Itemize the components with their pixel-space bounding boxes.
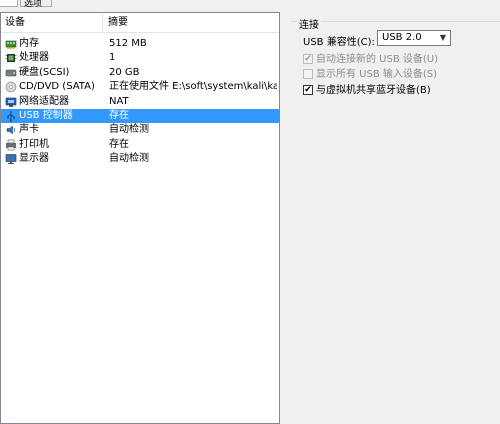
device-summary: 1 <box>109 52 116 64</box>
chevron-down-icon: ▼ <box>439 33 446 42</box>
device-name: 显示器 <box>19 153 49 165</box>
device-row[interactable]: USB 控制器 存在 <box>1 108 279 124</box>
usb-icon <box>5 110 17 122</box>
hard-disk-icon <box>5 67 17 79</box>
auto-connect-label: 自动连接新的 USB 设备(U) <box>316 54 439 65</box>
device-summary: 正在使用文件 E:\soft\system\kali\ka... <box>109 81 277 93</box>
device-row[interactable]: 网络适配器 NAT <box>1 95 279 109</box>
device-row[interactable]: 显示器 自动检测 <box>1 152 279 166</box>
device-name: 处理器 <box>19 52 49 64</box>
device-row[interactable]: 硬盘(SCSI) 20 GB <box>1 66 279 80</box>
device-name: 打印机 <box>19 138 49 150</box>
device-name: CD/DVD (SATA) <box>19 81 95 93</box>
tab-hardware[interactable]: 硬件 <box>0 0 18 7</box>
column-header-device[interactable]: 设备 <box>1 13 103 33</box>
device-rows: 内存 512 MB 处理器 1 硬盘(SCSI) 20 GB CD/DVD (SATA) 正在… <box>1 37 279 167</box>
tab-options[interactable]: 选项 <box>20 0 52 9</box>
device-name: 硬盘(SCSI) <box>19 66 70 78</box>
device-list[interactable]: 设备 摘要 内存 512 MB 处理器 1 硬盘(SCSI) 20 GB CD/DVD (S… <box>0 12 280 424</box>
connection-group: 连接 USB 兼容性(C): USB 2.0 ▼ ✔ 自动连接新的 USB 设备… <box>291 16 500 101</box>
device-name: USB 控制器 <box>19 109 73 121</box>
share-bluetooth-checkbox-box[interactable]: ✔ <box>303 85 313 95</box>
network-adapter-icon <box>5 96 17 108</box>
device-summary: 20 GB <box>109 66 140 78</box>
processor-icon <box>5 52 17 64</box>
group-divider <box>291 21 500 22</box>
tab-strip: 硬件 选项 <box>0 0 500 9</box>
device-summary: 存在 <box>109 109 129 121</box>
show-all-usb-label: 显示所有 USB 输入设备(S) <box>316 69 438 80</box>
device-row[interactable]: 内存 512 MB <box>1 37 279 51</box>
device-row[interactable]: CD/DVD (SATA) 正在使用文件 E:\soft\system\kali\… <box>1 80 279 94</box>
usb-compat-select[interactable]: USB 2.0 ▼ <box>377 30 451 46</box>
display-icon <box>5 153 17 165</box>
memory-icon <box>5 38 17 50</box>
auto-connect-checkbox-box[interactable]: ✔ <box>303 54 313 64</box>
cd-dvd-icon <box>5 81 17 93</box>
usb-compat-label: USB 兼容性(C): <box>303 37 375 48</box>
device-name: 网络适配器 <box>19 95 69 107</box>
sound-card-icon <box>5 124 17 136</box>
tab-options-label: 选项 <box>24 0 43 9</box>
device-name: 内存 <box>19 38 39 49</box>
device-summary: 自动检测 <box>109 153 149 165</box>
share-bluetooth-label: 与虚拟机共享蓝牙设备(B) <box>316 85 431 96</box>
device-summary: 512 MB <box>109 38 147 49</box>
device-row[interactable]: 打印机 存在 <box>1 138 279 152</box>
device-summary: 自动检测 <box>109 124 149 136</box>
printer-icon <box>5 139 17 151</box>
device-summary: NAT <box>109 95 129 107</box>
device-row[interactable]: 处理器 1 <box>1 51 279 65</box>
column-header-summary[interactable]: 摘要 <box>103 13 279 33</box>
device-row[interactable]: 声卡 自动检测 <box>1 123 279 137</box>
usb-compat-value: USB 2.0 <box>382 32 422 43</box>
device-summary: 存在 <box>109 138 129 150</box>
device-name: 声卡 <box>19 124 39 136</box>
show-all-usb-checkbox-box[interactable] <box>303 69 313 79</box>
connection-group-title: 连接 <box>297 16 321 31</box>
